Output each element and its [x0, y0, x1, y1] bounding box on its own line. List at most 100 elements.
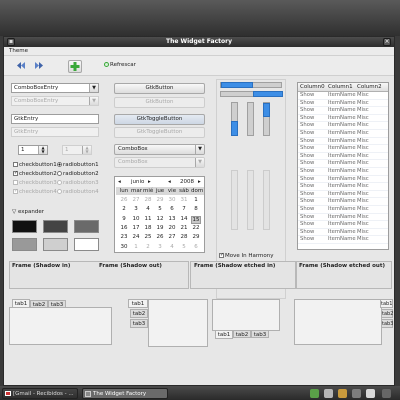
gtk-toggle-button[interactable]: GtkToggleButton	[114, 114, 205, 125]
combo-box-entry[interactable]: ComboBoxEntry ▼	[11, 83, 99, 93]
vertical-scrollbar-3[interactable]	[263, 170, 270, 230]
color-swatch-light-gray[interactable]	[43, 238, 68, 251]
spin-button[interactable]: 1 ▲ ▼	[18, 145, 48, 155]
calendar-day[interactable]: 8	[191, 206, 201, 212]
notebook3-tab-3[interactable]: tab3	[251, 330, 269, 338]
expander[interactable]: ▽ expander	[12, 209, 44, 215]
taskbar-item-widget-factory[interactable]: The Widget Factory	[82, 388, 168, 399]
calendar-day[interactable]: 6	[191, 244, 201, 250]
tree-view[interactable]: Column0 Column1 Column2 Show ItemName Misc…	[297, 82, 389, 250]
calendar-day[interactable]: 25	[143, 234, 153, 240]
tree-row[interactable]: Show ItemName Misc	[298, 221, 388, 229]
calendar-day[interactable]: 10	[131, 216, 141, 222]
tray-icon-6[interactable]	[382, 389, 391, 398]
calendar-day[interactable]: 24	[131, 234, 141, 240]
color-swatch-black[interactable]	[12, 220, 37, 233]
calendar-day[interactable]: 16	[119, 225, 129, 231]
calendar-day[interactable]: 5	[179, 244, 189, 250]
color-swatch-dark-gray[interactable]	[43, 220, 68, 233]
calendar-day[interactable]: 20	[167, 225, 177, 231]
calendar-day[interactable]: 22	[191, 225, 201, 231]
tree-row[interactable]: Show ItemName Misc	[298, 138, 388, 146]
combo-box[interactable]: ComboBox ▼	[114, 144, 205, 155]
tree-row[interactable]: Show ItemName Misc	[298, 122, 388, 130]
tree-row[interactable]: Show ItemName Misc	[298, 191, 388, 199]
tree-row[interactable]: Show ItemName Misc	[298, 168, 388, 176]
tree-row[interactable]: Show ItemName Misc	[298, 115, 388, 123]
notebook2-tab-2[interactable]: tab2	[130, 309, 148, 318]
calendar-next-month-icon[interactable]: ▸	[148, 179, 151, 185]
tree-row[interactable]: Show ItemName Misc	[298, 236, 388, 244]
forward-icon-button[interactable]	[34, 60, 44, 71]
calendar-day[interactable]: 21	[179, 225, 189, 231]
calendar-day[interactable]: 26	[155, 234, 165, 240]
horizontal-scale-2[interactable]	[220, 91, 283, 97]
tray-icon-2[interactable]	[324, 389, 333, 398]
checkbutton-2[interactable]: ✓checkbutton2	[13, 171, 57, 177]
color-swatch-gray[interactable]	[74, 220, 99, 233]
calendar-day[interactable]: 19	[155, 225, 165, 231]
radiobutton-1[interactable]: radiobutton1	[57, 162, 99, 168]
tray-icon-5[interactable]	[366, 389, 375, 398]
notebook4-tab-3[interactable]: tab3	[381, 319, 393, 328]
radiobutton-2[interactable]: radiobutton2	[57, 171, 99, 177]
chevron-down-icon[interactable]: ▼	[89, 84, 98, 92]
calendar-day[interactable]: 30	[167, 197, 177, 203]
calendar-day[interactable]: 15	[191, 215, 201, 224]
notebook2-tab-1[interactable]: tab1	[128, 299, 148, 308]
column-header-1[interactable]: Column1	[328, 84, 353, 90]
notebook3-tab-2[interactable]: tab2	[233, 330, 251, 338]
column-header-0[interactable]: Column0	[300, 84, 325, 90]
calendar-day[interactable]: 3	[155, 244, 165, 250]
vertical-scale-3[interactable]	[263, 102, 270, 136]
tree-row[interactable]: Show ItemName Misc	[298, 214, 388, 222]
vertical-scrollbar-1[interactable]	[231, 170, 238, 230]
calendar-day[interactable]: 23	[119, 234, 129, 240]
calendar-prev-month-icon[interactable]: ◂	[118, 179, 121, 185]
calendar-day[interactable]: 14	[179, 216, 189, 222]
back-icon-button[interactable]	[16, 60, 26, 71]
refresh-button[interactable]: Refrescar	[104, 61, 154, 71]
color-swatch-white[interactable]	[74, 238, 99, 251]
notebook3-tab-1[interactable]: tab1	[215, 330, 233, 339]
tree-row[interactable]: Show ItemName Misc	[298, 107, 388, 115]
add-button[interactable]	[68, 60, 82, 73]
move-in-harmony-check[interactable]: ✓Move In Harmony	[219, 253, 274, 259]
calendar-day[interactable]: 27	[131, 197, 141, 203]
calendar-day[interactable]: 27	[167, 234, 177, 240]
checkbutton-1[interactable]: checkbutton1	[13, 162, 57, 168]
tree-row[interactable]: Show ItemName Misc	[298, 100, 388, 108]
calendar-day[interactable]: 4	[167, 244, 177, 250]
tree-row[interactable]: Show ItemName Misc	[298, 183, 388, 191]
vertical-scale-1[interactable]	[231, 102, 238, 136]
calendar-day[interactable]: 9	[119, 216, 129, 222]
calendar-day[interactable]: 28	[179, 234, 189, 240]
calendar-day[interactable]: 13	[167, 216, 177, 222]
calendar-day[interactable]: 2	[143, 244, 153, 250]
vertical-scrollbar-2[interactable]	[247, 170, 254, 230]
menu-theme[interactable]: Theme	[9, 48, 28, 54]
gtk-button[interactable]: GtkButton	[114, 83, 205, 94]
tree-row[interactable]: Show ItemName Misc	[298, 92, 388, 100]
tree-row[interactable]: Show ItemName Misc	[298, 130, 388, 138]
notebook4-tab-2[interactable]: tab2	[381, 309, 393, 318]
tray-icon-4[interactable]	[352, 389, 361, 398]
tree-row[interactable]: Show ItemName Misc	[298, 198, 388, 206]
vertical-scale-2[interactable]	[247, 102, 254, 136]
calendar-day[interactable]: 31	[179, 197, 189, 203]
calendar-day[interactable]: 4	[143, 206, 153, 212]
tree-row[interactable]: Show ItemName Misc	[298, 145, 388, 153]
calendar-day[interactable]: 12	[155, 216, 165, 222]
calendar-day[interactable]: 1	[131, 244, 141, 250]
spin-arrows-icon[interactable]: ▲ ▼	[38, 146, 47, 154]
tree-row[interactable]: Show ItemName Misc	[298, 206, 388, 214]
tray-icon-1[interactable]	[310, 389, 319, 398]
color-swatch-mid-gray[interactable]	[12, 238, 37, 251]
calendar-day[interactable]: 18	[143, 225, 153, 231]
title-bar[interactable]: ▪ The Widget Factory ×	[4, 37, 394, 47]
tree-row[interactable]: Show ItemName Misc	[298, 160, 388, 168]
calendar-day[interactable]: 11	[143, 216, 153, 222]
notebook2-tab-3[interactable]: tab3	[130, 319, 148, 328]
calendar-day[interactable]: 6	[167, 206, 177, 212]
calendar-day[interactable]: 29	[191, 234, 201, 240]
